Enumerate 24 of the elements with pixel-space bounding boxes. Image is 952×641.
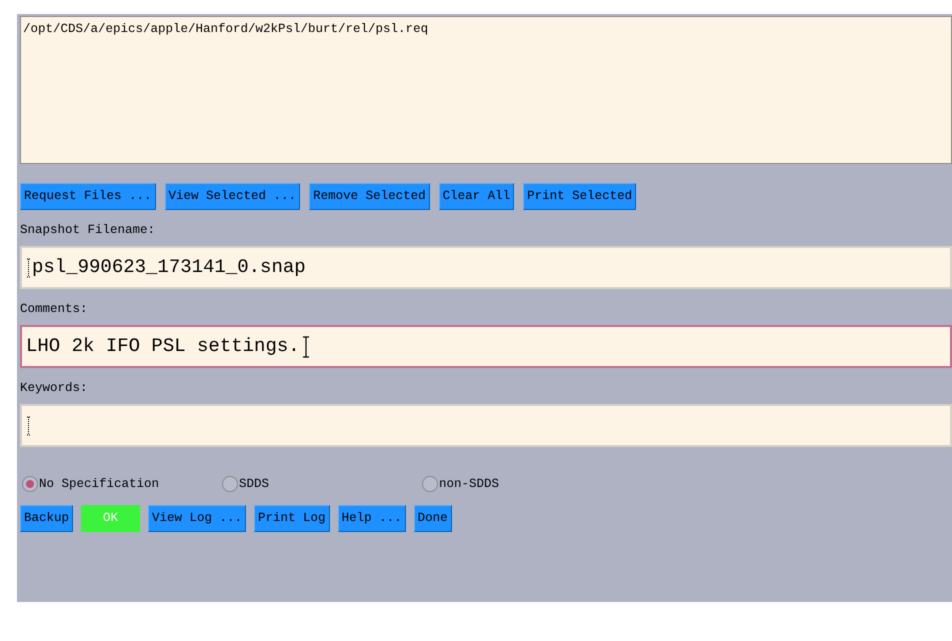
push-button[interactable]: Request Files ... bbox=[20, 183, 156, 210]
radio-button[interactable] bbox=[222, 476, 238, 492]
text-field[interactable]: psl_990623_173141_0.snap bbox=[20, 246, 952, 289]
push-button[interactable]: Print Log bbox=[254, 505, 330, 532]
radio-button[interactable] bbox=[22, 476, 38, 492]
field-label: Keywords: bbox=[20, 380, 89, 396]
push-button[interactable]: Help ... bbox=[338, 505, 406, 532]
text-field[interactable] bbox=[20, 404, 952, 447]
file-list[interactable]: /opt/CDS/a/epics/apple/Hanford/w2kPsl/burt/rel/psl.req bbox=[20, 16, 952, 164]
push-button[interactable]: Backup bbox=[20, 505, 74, 532]
file-list-item[interactable]: /opt/CDS/a/epics/apple/Hanford/w2kPsl/burt/rel/psl.req bbox=[23, 21, 949, 37]
radio-label[interactable]: No Specification bbox=[39, 474, 160, 494]
push-button[interactable]: Clear All bbox=[438, 183, 514, 210]
push-button[interactable]: View Selected ... bbox=[164, 183, 300, 210]
radio-label[interactable]: SDDS bbox=[239, 474, 270, 494]
radio-label[interactable]: non-SDDS bbox=[439, 474, 500, 494]
push-button[interactable]: Done bbox=[414, 505, 452, 532]
field-label: Comments: bbox=[20, 301, 89, 317]
push-button[interactable]: View Log ... bbox=[148, 505, 246, 532]
field-label: Snapshot Filename: bbox=[20, 222, 156, 238]
radio-button[interactable] bbox=[422, 476, 438, 492]
push-button[interactable]: Remove Selected bbox=[309, 183, 430, 210]
text-field[interactable]: LHO 2k IFO PSL settings. bbox=[20, 325, 952, 368]
push-button[interactable]: Print Selected bbox=[523, 183, 636, 210]
